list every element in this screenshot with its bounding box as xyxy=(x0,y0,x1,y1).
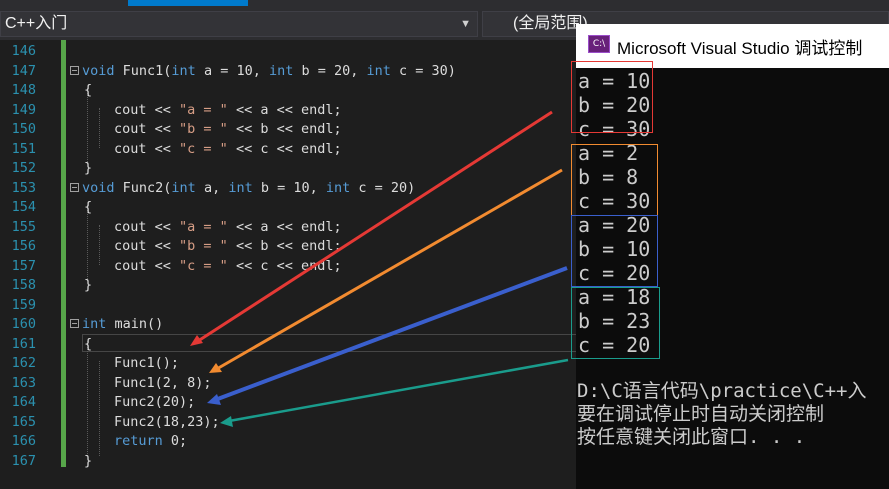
arrow-head xyxy=(190,335,203,346)
arrow-func1-call xyxy=(194,110,553,345)
arrow-head xyxy=(220,416,233,427)
arrow-func2-call xyxy=(214,266,568,402)
arrow-func1-call-2 xyxy=(214,168,563,372)
arrow-head xyxy=(207,394,221,405)
arrow-func2-call-2 xyxy=(228,358,569,423)
annotation-arrows xyxy=(190,110,569,427)
